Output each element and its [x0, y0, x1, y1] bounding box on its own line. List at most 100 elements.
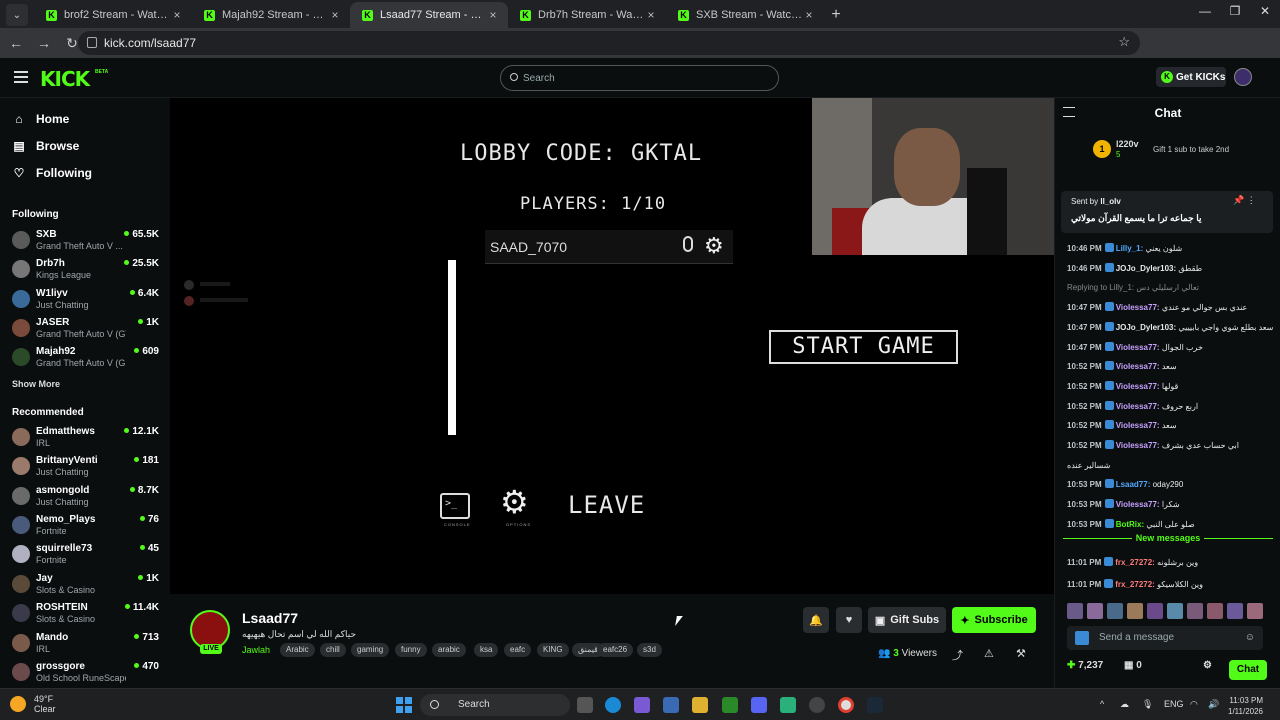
emote[interactable] — [1127, 603, 1143, 619]
edge-icon[interactable] — [605, 697, 621, 713]
kick-logo[interactable]: KICK — [40, 67, 90, 91]
forward-arrow-icon[interactable]: → — [32, 31, 56, 55]
recommended-channel[interactable]: ROSHTEIN Slots & Casino 11.4K — [12, 601, 162, 629]
user-avatar[interactable] — [1234, 68, 1252, 86]
bookmark-star-icon[interactable]: ☆ — [1118, 34, 1130, 50]
emote[interactable] — [1087, 603, 1103, 619]
tag[interactable]: gaming — [351, 643, 390, 657]
following-channel[interactable]: W1liyv Just Chatting 6.4K — [12, 287, 162, 315]
browser-tab[interactable]: K Drb7h Stream - Watch Live on K× — [508, 2, 666, 28]
tag[interactable]: chill — [320, 643, 346, 657]
browser-tab[interactable]: Kbrof2 Stream - Watch Live on K× — [34, 2, 192, 28]
emote[interactable] — [1147, 603, 1163, 619]
browser-tab[interactable]: K Majah92 Stream - Watch Live o× — [192, 2, 350, 28]
message-username[interactable]: Violessa77: — [1116, 362, 1160, 371]
volume-icon[interactable]: 🔊 — [1208, 699, 1219, 710]
browser-tab[interactable]: K SXB Stream - Watch Live on Ki× — [666, 2, 824, 28]
emote[interactable] — [1207, 603, 1223, 619]
mod-icon[interactable]: ⚒ — [1016, 647, 1026, 660]
tag[interactable]: eafc — [504, 643, 532, 657]
following-channel[interactable]: SXB Grand Theft Auto V ... 65.5K — [12, 228, 162, 256]
copilot-icon[interactable] — [634, 697, 650, 713]
sidebar-item-home[interactable]: ⌂ Home — [12, 109, 69, 129]
message-username[interactable]: Violessa77: — [1116, 441, 1160, 450]
pin-icon[interactable]: 📌 ⋮ — [1233, 195, 1256, 206]
message-username[interactable]: Lilly_1: — [1116, 244, 1144, 253]
tag[interactable]: Arabic — [280, 643, 315, 657]
recommended-channel[interactable]: Nemo_Plays Fortnite 76 — [12, 513, 162, 541]
close-window-button[interactable]: ✕ — [1250, 4, 1280, 22]
chat-settings-icon[interactable]: ⚙ — [1203, 660, 1212, 671]
show-more-link[interactable]: Show More — [12, 379, 60, 389]
close-icon[interactable]: × — [328, 8, 342, 22]
file-explorer-icon[interactable] — [692, 697, 708, 713]
emote[interactable] — [1187, 603, 1203, 619]
share-icon[interactable]: ⤴ — [952, 647, 963, 663]
site-info-icon[interactable] — [87, 37, 97, 48]
message-username[interactable]: Lsaad77: — [1116, 480, 1151, 489]
tab-search-button[interactable]: ⌄ — [6, 4, 28, 26]
recommended-channel[interactable]: Edmatthews IRL 12.1K — [12, 425, 162, 453]
obs-icon[interactable] — [809, 697, 825, 713]
xbox-icon[interactable] — [722, 697, 738, 713]
menu-icon[interactable] — [14, 71, 28, 83]
store-icon[interactable] — [663, 697, 679, 713]
following-channel[interactable]: Majah92 Grand Theft Auto V (G... 609 — [12, 345, 162, 373]
close-icon[interactable]: × — [644, 8, 658, 22]
tag[interactable]: ksa — [474, 643, 499, 657]
emote[interactable] — [1227, 603, 1243, 619]
discord-icon[interactable] — [751, 697, 767, 713]
tag[interactable]: eafc26 — [597, 643, 634, 657]
emote[interactable] — [1167, 603, 1183, 619]
wifi-icon[interactable]: ◠ — [1190, 699, 1198, 710]
maximize-button[interactable]: ❐ — [1220, 4, 1250, 22]
recommended-channel[interactable]: grossgore Old School RuneScape 470 — [12, 660, 162, 688]
chrome-icon[interactable] — [838, 697, 854, 713]
message-username[interactable]: Violessa77: — [1116, 421, 1160, 430]
message-username[interactable]: Violessa77: — [1116, 382, 1160, 391]
steam-icon[interactable] — [867, 697, 883, 713]
emote[interactable] — [1247, 603, 1263, 619]
microphone-tray-icon[interactable]: 🎙 — [1142, 699, 1153, 710]
message-username[interactable]: Violessa77: — [1116, 303, 1160, 312]
recommended-channel[interactable]: asmongold Just Chatting 8.7K — [12, 484, 162, 512]
chat-input[interactable]: Send a message ☺ — [1067, 626, 1263, 650]
message-username[interactable]: frx_27272: — [1115, 558, 1155, 567]
streamer-name[interactable]: Lsaad77 — [242, 610, 298, 626]
get-kicks-button[interactable]: K Get KICKs — [1156, 67, 1226, 87]
back-arrow-icon[interactable]: ← — [4, 31, 28, 55]
message-username[interactable]: Violessa77: — [1116, 343, 1160, 352]
tag[interactable]: arabic — [432, 643, 466, 657]
message-username[interactable]: Violessa77: — [1116, 402, 1160, 411]
sidebar-item-following[interactable]: ♡ Following — [12, 163, 92, 183]
tag[interactable]: s3d — [637, 643, 662, 657]
message-username[interactable]: Violessa77: — [1116, 500, 1160, 509]
task-view-icon[interactable] — [577, 697, 593, 713]
minimize-button[interactable]: — — [1190, 4, 1220, 22]
message-username[interactable]: BotRix: — [1116, 520, 1144, 529]
search-input[interactable]: Search — [500, 65, 779, 91]
emoji-icon[interactable]: ☺ — [1245, 626, 1255, 650]
tray-chevron-icon[interactable]: ^ — [1100, 699, 1104, 709]
cloud-icon[interactable]: ☁ — [1120, 699, 1129, 710]
report-icon[interactable]: ⚠ — [984, 647, 994, 660]
recommended-channel[interactable]: squirrelle73 Fortnite 45 — [12, 542, 162, 570]
following-channel[interactable]: Drb7h Kings League 25.5K — [12, 257, 162, 285]
browser-tab-active[interactable]: K Lsaad77 Stream - Watch Live o× — [350, 2, 508, 28]
language-indicator[interactable]: ENG — [1164, 699, 1184, 709]
sidebar-item-browse[interactable]: ▤ Browse — [12, 136, 79, 156]
taskbar-search[interactable]: Search — [420, 694, 570, 716]
tag[interactable]: KING — [537, 643, 569, 657]
recommended-channel[interactable]: Mando IRL 713 — [12, 631, 162, 659]
url-field[interactable]: kick.com/lsaad77 ☆ — [78, 31, 1140, 55]
emote[interactable] — [1107, 603, 1123, 619]
recommended-channel[interactable]: Jay Slots & Casino 1K — [12, 572, 162, 600]
video-player[interactable]: LOBBY CODE: GKTAL PLAYERS: 1/10 SAAD_707… — [170, 98, 1054, 594]
new-messages-divider[interactable]: New messages — [1063, 533, 1273, 550]
close-icon[interactable]: × — [170, 8, 184, 22]
follow-heart-button[interactable]: ♥ — [836, 607, 862, 633]
clock[interactable]: 11:03 PM 1/11/2026 — [1228, 695, 1263, 717]
message-username[interactable]: JOJo_Dyler103: — [1116, 323, 1176, 332]
new-tab-button[interactable]: + — [824, 3, 848, 27]
subscribe-button[interactable]: ✦ Subscribe — [952, 607, 1036, 633]
